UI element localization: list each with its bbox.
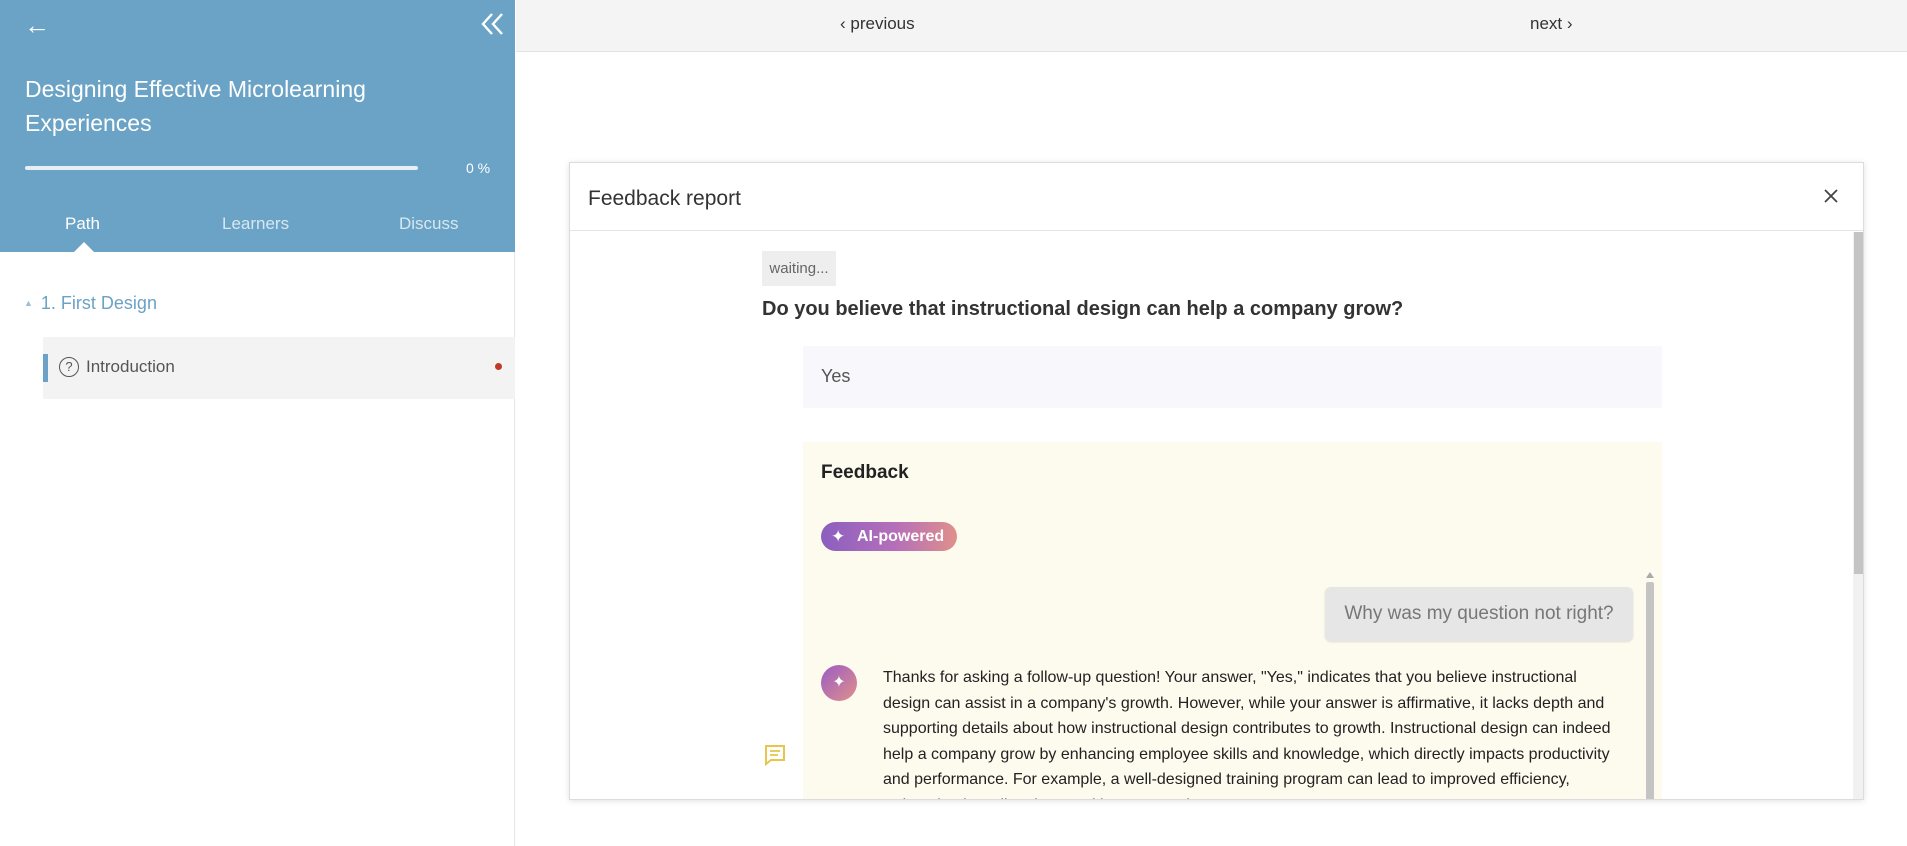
collapse-triangle-icon[interactable]: ▲ (24, 298, 33, 308)
feedback-title: Feedback (821, 462, 909, 483)
active-tab-indicator (74, 242, 94, 252)
modal-scrollbar-thumb[interactable] (1854, 232, 1863, 574)
double-chevron-left-icon[interactable] (480, 11, 506, 37)
lesson-status-dot (495, 363, 502, 370)
lesson-label: Introduction (86, 357, 175, 376)
course-progress-label: 0 % (466, 160, 491, 176)
scroll-up-arrow-icon[interactable] (1646, 572, 1654, 578)
feedback-panel: Feedback ✦ AI-powered Why was my question… (803, 442, 1662, 799)
next-link[interactable]: next › (1530, 14, 1573, 34)
ai-message-text: Thanks for asking a follow-up question! … (883, 669, 1611, 799)
user-message-bubble: Why was my question not right? (1325, 587, 1633, 641)
tab-discuss[interactable]: Discuss (399, 214, 459, 234)
sparkle-icon: ✦ (831, 527, 846, 546)
status-badge: waiting... (762, 251, 836, 286)
answer-box: Yes (803, 346, 1662, 408)
modal-body: waiting... Do you believe that instructi… (570, 232, 1863, 799)
question-circle-icon: ? (59, 357, 79, 377)
chat-scrollbar[interactable] (1646, 572, 1656, 799)
ai-badge-label: AI-powered (857, 528, 945, 545)
tab-path[interactable]: Path (65, 214, 100, 234)
lesson-active-bar (43, 354, 48, 382)
sidebar: ← Designing Effective Microlearning Expe… (0, 0, 515, 846)
chat-scrollbar-thumb[interactable] (1646, 582, 1654, 799)
answer-text: Yes (821, 366, 851, 386)
feedback-chat: Why was my question not right? ✦ Thanks … (803, 572, 1648, 799)
back-arrow-icon[interactable]: ← (24, 10, 50, 41)
course-title: Designing Effective Microlearning Experi… (25, 76, 366, 136)
question-text: Do you believe that instructional design… (762, 298, 1404, 320)
sidebar-header: ← Designing Effective Microlearning Expe… (0, 0, 515, 252)
tab-learners[interactable]: Learners (222, 214, 289, 234)
modal-header: Feedback report (570, 163, 1863, 231)
comment-icon[interactable] (763, 744, 787, 766)
ai-powered-badge: ✦ AI-powered (821, 522, 957, 551)
path-section[interactable]: ▲ 1. First Design (24, 293, 157, 314)
course-progress-bar (25, 166, 418, 170)
feedback-report-modal: Feedback report waiting... Do you believ… (569, 162, 1864, 800)
lesson-item-introduction[interactable]: ? Introduction (43, 337, 515, 399)
modal-title: Feedback report (588, 187, 741, 210)
section-label: 1. First Design (40, 293, 157, 313)
close-icon[interactable] (1820, 185, 1842, 207)
top-nav-bar: ‹ previous next › (516, 0, 1907, 52)
ai-avatar-sparkle-icon: ✦ (821, 665, 857, 701)
previous-link[interactable]: ‹ previous (840, 14, 915, 34)
